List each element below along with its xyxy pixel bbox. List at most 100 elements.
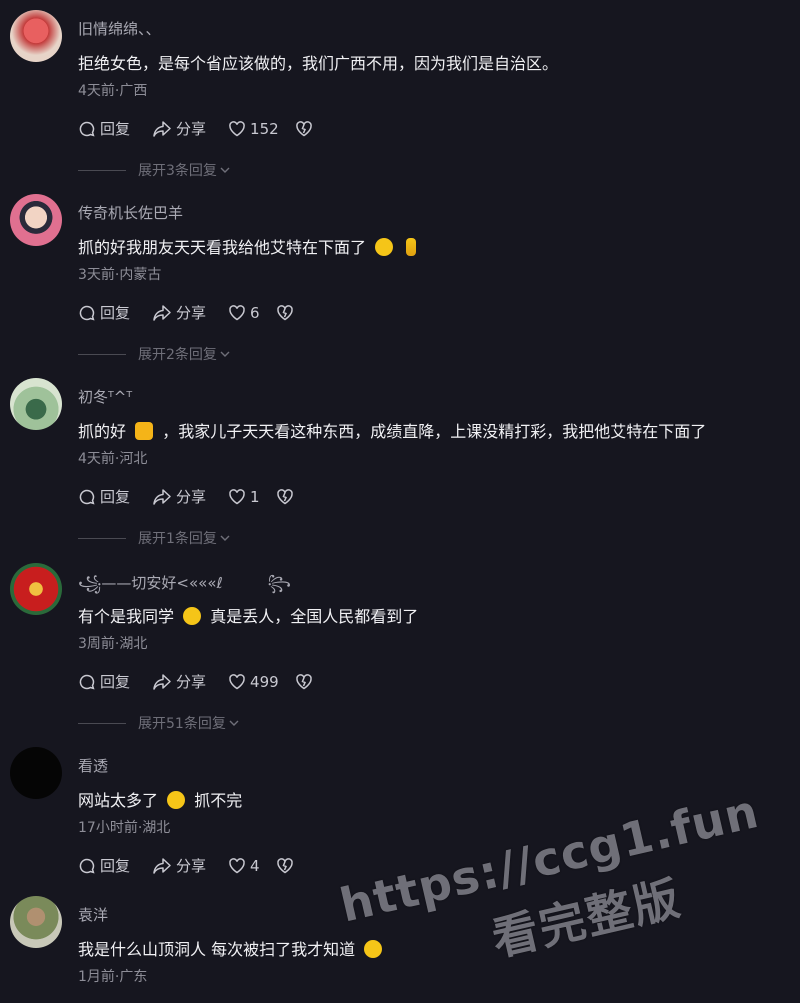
like-button[interactable]: 499 <box>228 673 279 691</box>
expand-label: 展开1条回复 <box>138 531 217 547</box>
share-icon <box>153 673 171 690</box>
comment-username[interactable]: ꧁——切安好<«««ℓ ꧂ <box>78 571 291 602</box>
comment-username[interactable]: 旧情绵绵、、 <box>78 18 161 39</box>
comment-meta: 3天前·内蒙古 <box>78 267 162 283</box>
comment-username[interactable]: 袁洋 <box>78 904 108 925</box>
share-icon <box>153 857 171 874</box>
like-count: 6 <box>250 303 260 322</box>
like-button[interactable]: 6 <box>228 304 260 322</box>
reply-label: 回复 <box>100 304 131 322</box>
reply-label: 回复 <box>100 488 131 506</box>
expand-label: 展开3条回复 <box>138 163 217 179</box>
comment-text: 抓的好 ，我家儿子天天看这种东西，成绩直降，上课没精打彩，我把他艾特在下面了 <box>78 418 706 442</box>
share-label: 分享 <box>176 120 207 138</box>
chevron-down-icon <box>229 720 239 726</box>
comment-actions: 回复 分享 152 <box>78 118 339 139</box>
comment-text: 我是什么山顶洞人 每次被扫了我才知道 <box>78 936 386 960</box>
share-button[interactable]: 分享 <box>152 302 206 323</box>
broken-heart-icon <box>295 673 312 689</box>
reply-label: 回复 <box>100 857 131 875</box>
heart-icon <box>229 673 245 689</box>
laughing-tears-icon <box>375 238 394 256</box>
like-count: 1 <box>250 487 260 506</box>
comment-text: 拒绝女色，是每个省应该做的，我们广西不用，因为我们是自治区。 <box>78 54 559 73</box>
share-label: 分享 <box>176 673 207 691</box>
comment-actions: 回复 分享 1 <box>78 486 320 507</box>
comment-text-part1: 有个是我同学 <box>78 607 175 626</box>
comment-actions: 回复 分享 499 <box>78 671 339 692</box>
expand-replies-button[interactable]: 展开1条回复 <box>78 528 231 548</box>
expand-label: 展开51条回复 <box>138 716 226 732</box>
expand-replies-button[interactable]: 展开51条回复 <box>78 713 240 733</box>
comment-meta: 4天前·广西 <box>78 83 148 99</box>
comment-username[interactable]: 初冬ᵀ^ᵀ <box>78 386 132 407</box>
comment-text-part1: 抓的好 <box>78 422 127 441</box>
comment-actions: 回复 分享 4 <box>78 855 320 876</box>
chevron-down-icon <box>220 535 230 541</box>
share-button[interactable]: 分享 <box>152 118 206 139</box>
heart-icon <box>229 488 245 504</box>
thumbs-up-icon <box>135 422 154 440</box>
share-button[interactable]: 分享 <box>152 671 206 692</box>
divider <box>78 169 126 171</box>
comment-text-body: 我是什么山顶洞人 每次被扫了我才知道 <box>78 940 356 959</box>
broken-heart-icon <box>295 120 312 136</box>
divider <box>78 353 126 355</box>
expand-replies-button[interactable]: 展开2条回复 <box>78 344 231 364</box>
like-count: 499 <box>250 672 279 691</box>
reply-label: 回复 <box>100 673 131 691</box>
dislike-button[interactable] <box>295 120 317 138</box>
avatar[interactable] <box>10 896 62 948</box>
avatar[interactable] <box>10 563 62 615</box>
comment-text: 有个是我同学 真是丢人，全国人民都看到了 <box>78 603 418 627</box>
avatar[interactable] <box>10 378 62 430</box>
avatar[interactable] <box>10 194 62 246</box>
comment-text-part2: 抓不完 <box>194 791 243 810</box>
crying-face-icon <box>364 940 383 958</box>
comment-actions: 回复 分享 6 <box>78 302 320 323</box>
share-button[interactable]: 分享 <box>152 486 206 507</box>
comment-username[interactable]: 看透 <box>78 755 108 776</box>
reply-label: 回复 <box>100 120 131 138</box>
comment-username-text: ꧁——切安好<«««ℓ <box>78 574 223 592</box>
reply-button[interactable]: 回复 <box>78 486 130 507</box>
reply-icon <box>79 489 95 505</box>
dislike-button[interactable] <box>276 488 298 506</box>
comment-username[interactable]: 传奇机长佐巴羊 <box>78 202 183 223</box>
expand-replies-button[interactable]: 展开3条回复 <box>78 160 231 180</box>
comment-meta: 4天前·河北 <box>78 451 148 467</box>
chevron-down-icon <box>220 167 230 173</box>
reply-button[interactable]: 回复 <box>78 118 130 139</box>
comment-text: 网站太多了 抓不完 <box>78 787 242 811</box>
reply-icon <box>79 858 95 874</box>
share-label: 分享 <box>176 857 207 875</box>
like-button[interactable]: 1 <box>228 488 260 506</box>
share-icon <box>153 488 171 505</box>
comment-text-part2: ，我家儿子天天看这种东西，成绩直降，上课没精打彩，我把他艾特在下面了 <box>162 422 707 441</box>
chevron-down-icon <box>220 351 230 357</box>
heart-icon <box>229 120 245 136</box>
reply-icon <box>79 674 95 690</box>
avatar[interactable] <box>10 10 62 62</box>
dislike-button[interactable] <box>276 304 298 322</box>
reply-button[interactable]: 回复 <box>78 671 130 692</box>
share-button[interactable]: 分享 <box>152 855 206 876</box>
thinking-face-icon <box>167 791 186 809</box>
comment-text-body: 抓的好我朋友天天看我给他艾特在下面了 <box>78 238 367 257</box>
dislike-button[interactable] <box>276 857 298 875</box>
dislike-button[interactable] <box>295 673 317 691</box>
reply-icon <box>79 305 95 321</box>
avatar[interactable] <box>10 747 62 799</box>
heart-icon <box>229 857 245 873</box>
share-label: 分享 <box>176 488 207 506</box>
comment-meta: 17小时前·湖北 <box>78 820 171 836</box>
like-button[interactable]: 152 <box>228 120 279 138</box>
reply-button[interactable]: 回复 <box>78 855 130 876</box>
reply-button[interactable]: 回复 <box>78 302 130 323</box>
like-button[interactable]: 4 <box>228 857 260 875</box>
comment-meta: 1月前·广东 <box>78 969 148 985</box>
reply-icon <box>79 121 95 137</box>
like-count: 4 <box>250 856 260 875</box>
share-label: 分享 <box>176 304 207 322</box>
comment-text-part2: 真是丢人，全国人民都看到了 <box>210 607 419 626</box>
